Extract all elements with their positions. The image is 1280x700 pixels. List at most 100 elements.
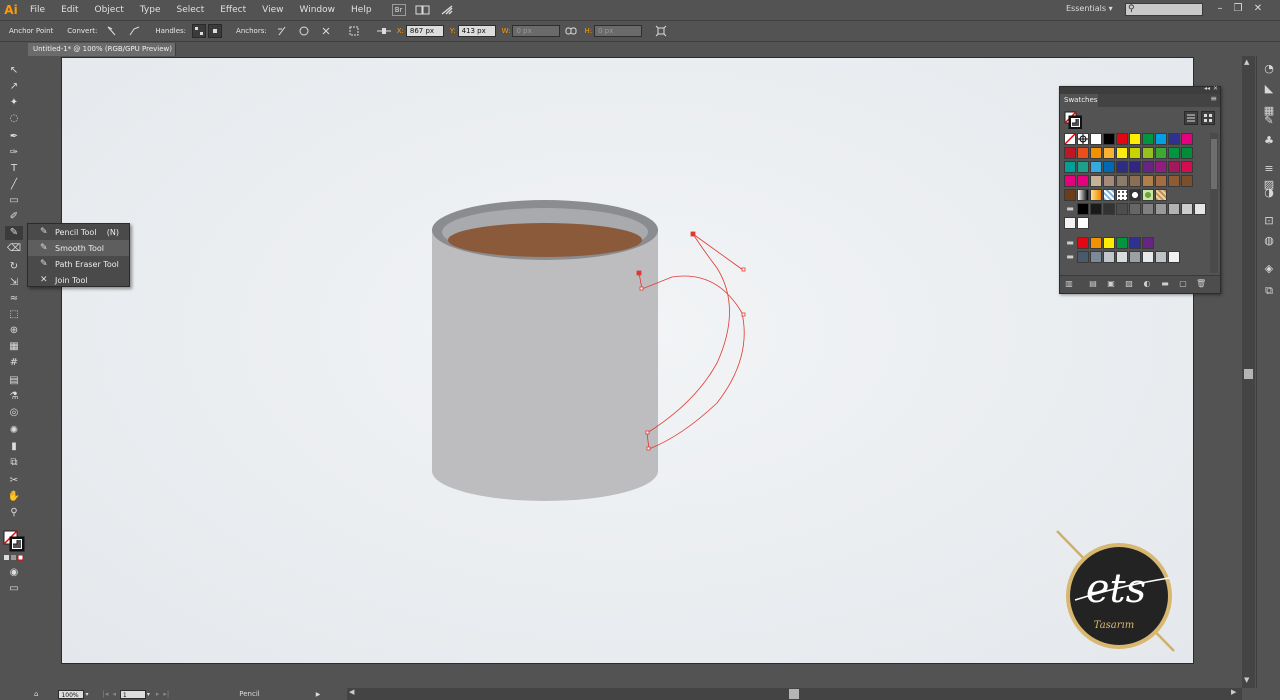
swatch-none[interactable]: [1064, 133, 1076, 145]
panel-header[interactable]: ◂◂ ✕: [1060, 85, 1220, 94]
swatch[interactable]: [1168, 133, 1180, 145]
thumbnail-view-icon[interactable]: [1201, 111, 1215, 125]
swatch[interactable]: [1064, 161, 1076, 173]
graphic-styles-icon[interactable]: ◍: [1261, 234, 1277, 248]
swatch-libraries-icon[interactable]: ▥: [1064, 279, 1074, 289]
scroll-up-icon[interactable]: ▲: [1244, 58, 1249, 66]
flyout-join-tool[interactable]: ✕ Join Tool: [28, 272, 129, 288]
swatch[interactable]: [1142, 237, 1154, 249]
transform-icon[interactable]: [654, 24, 668, 38]
appearance-icon[interactable]: ⊡: [1261, 214, 1277, 228]
mesh-tool-icon[interactable]: #: [5, 356, 23, 370]
paintbrush-tool-icon[interactable]: ✐: [5, 210, 23, 224]
swatch-scrollbar[interactable]: [1210, 133, 1218, 273]
document-tab[interactable]: Untitled-1* @ 100% (RGB/GPU Preview): [28, 43, 176, 56]
blend-tool-icon[interactable]: ◎: [5, 406, 23, 420]
edit-color-icon[interactable]: ◐: [1142, 279, 1152, 289]
swatch[interactable]: [1090, 237, 1102, 249]
swatch[interactable]: [1181, 133, 1193, 145]
collapse-icon[interactable]: ◂◂: [1204, 85, 1210, 92]
swatch[interactable]: [1090, 147, 1102, 159]
delete-swatch-icon[interactable]: 🗑: [1196, 279, 1206, 289]
swatch[interactable]: [1129, 203, 1141, 215]
horizontal-scroll-thumb[interactable]: [789, 689, 799, 699]
previous-artboard-icon[interactable]: ◂: [112, 690, 116, 698]
swatch[interactable]: [1116, 251, 1128, 263]
flyout-path-eraser-tool[interactable]: ✎ Path Eraser Tool: [28, 256, 129, 272]
swatch[interactable]: [1103, 251, 1115, 263]
swatch[interactable]: [1129, 175, 1141, 187]
swatch[interactable]: [1090, 189, 1102, 201]
menu-help[interactable]: Help: [343, 0, 380, 20]
swatch[interactable]: [1181, 147, 1193, 159]
swatch[interactable]: [1103, 133, 1115, 145]
swatch[interactable]: [1103, 161, 1115, 173]
swatch[interactable]: [1181, 161, 1193, 173]
swatch[interactable]: [1142, 175, 1154, 187]
swatch[interactable]: [1155, 175, 1167, 187]
menu-type[interactable]: Type: [132, 0, 169, 20]
scale-tool-icon[interactable]: ⇲: [5, 276, 23, 290]
y-field[interactable]: 413 px: [457, 25, 496, 37]
vertical-scrollbar[interactable]: ▲ ▼: [1242, 56, 1255, 688]
swatch[interactable]: [1168, 203, 1180, 215]
menu-file[interactable]: File: [22, 0, 53, 20]
vertical-scroll-thumb[interactable]: [1244, 369, 1253, 379]
swatch[interactable]: [1168, 161, 1180, 173]
swatch-options-icon[interactable]: ▣: [1106, 279, 1116, 289]
swatch[interactable]: [1077, 237, 1089, 249]
swatch[interactable]: [1142, 161, 1154, 173]
rectangle-tool-icon[interactable]: ▭: [5, 194, 23, 208]
symbols-icon[interactable]: ♣: [1261, 134, 1277, 148]
swatch[interactable]: [1155, 251, 1167, 263]
restore-icon[interactable]: ❐: [1231, 2, 1245, 16]
swatch[interactable]: [1129, 133, 1141, 145]
swatch[interactable]: [1103, 189, 1115, 201]
swatch[interactable]: [1103, 175, 1115, 187]
warp-tool-icon[interactable]: ≈: [5, 292, 23, 306]
x-field[interactable]: 867 px: [405, 25, 444, 37]
cut-path-icon[interactable]: [319, 24, 333, 38]
w-field[interactable]: 0 px: [512, 25, 561, 37]
scroll-down-icon[interactable]: ▼: [1244, 676, 1249, 684]
swatch[interactable]: [1077, 161, 1089, 173]
swatch[interactable]: [1103, 203, 1115, 215]
convert-smooth-icon[interactable]: [127, 24, 141, 38]
help-search-input[interactable]: ⚲: [1125, 3, 1203, 16]
swatch[interactable]: [1155, 189, 1167, 201]
gradient-tool-icon[interactable]: ▤: [5, 374, 23, 388]
swatch[interactable]: [1129, 251, 1141, 263]
menu-window[interactable]: Window: [292, 0, 344, 20]
minimize-icon[interactable]: –: [1213, 2, 1227, 16]
convert-corner-icon[interactable]: [105, 24, 119, 38]
pen-tool-icon[interactable]: ✒: [5, 130, 23, 144]
swatch[interactable]: [1077, 203, 1089, 215]
swatch-registration[interactable]: [1077, 133, 1089, 145]
zoom-dropdown-icon[interactable]: ▾: [85, 691, 88, 698]
gpu-performance-icon[interactable]: [440, 4, 454, 16]
symbol-sprayer-tool-icon[interactable]: ✺: [5, 424, 23, 438]
swatch[interactable]: [1155, 161, 1167, 173]
transparency-icon[interactable]: ◑: [1261, 186, 1277, 200]
swatch[interactable]: [1168, 175, 1180, 187]
scroll-left-icon[interactable]: ◀: [349, 688, 354, 696]
h-field[interactable]: 0 px: [594, 25, 643, 37]
shape-builder-tool-icon[interactable]: ⊕: [5, 324, 23, 338]
swatch[interactable]: [1090, 161, 1102, 173]
link-dimensions-icon[interactable]: [564, 24, 578, 38]
brushes-icon[interactable]: ✎: [1261, 114, 1277, 128]
color-guide-icon[interactable]: ◣: [1261, 82, 1277, 96]
swatch-group-folder-icon[interactable]: ▬: [1064, 203, 1076, 215]
zoom-field[interactable]: 100%: [58, 689, 85, 699]
show-handles-icon[interactable]: [192, 24, 207, 38]
swatch[interactable]: [1090, 203, 1102, 215]
swatch[interactable]: [1064, 189, 1076, 201]
workspace-switcher[interactable]: Essentials ▾: [1066, 4, 1113, 13]
menu-object[interactable]: Object: [87, 0, 132, 20]
swatch[interactable]: [1116, 175, 1128, 187]
swatch[interactable]: [1116, 161, 1128, 173]
swatch[interactable]: [1064, 147, 1076, 159]
swatch[interactable]: [1116, 203, 1128, 215]
swatch[interactable]: [1116, 189, 1128, 201]
list-view-icon[interactable]: [1184, 111, 1198, 125]
